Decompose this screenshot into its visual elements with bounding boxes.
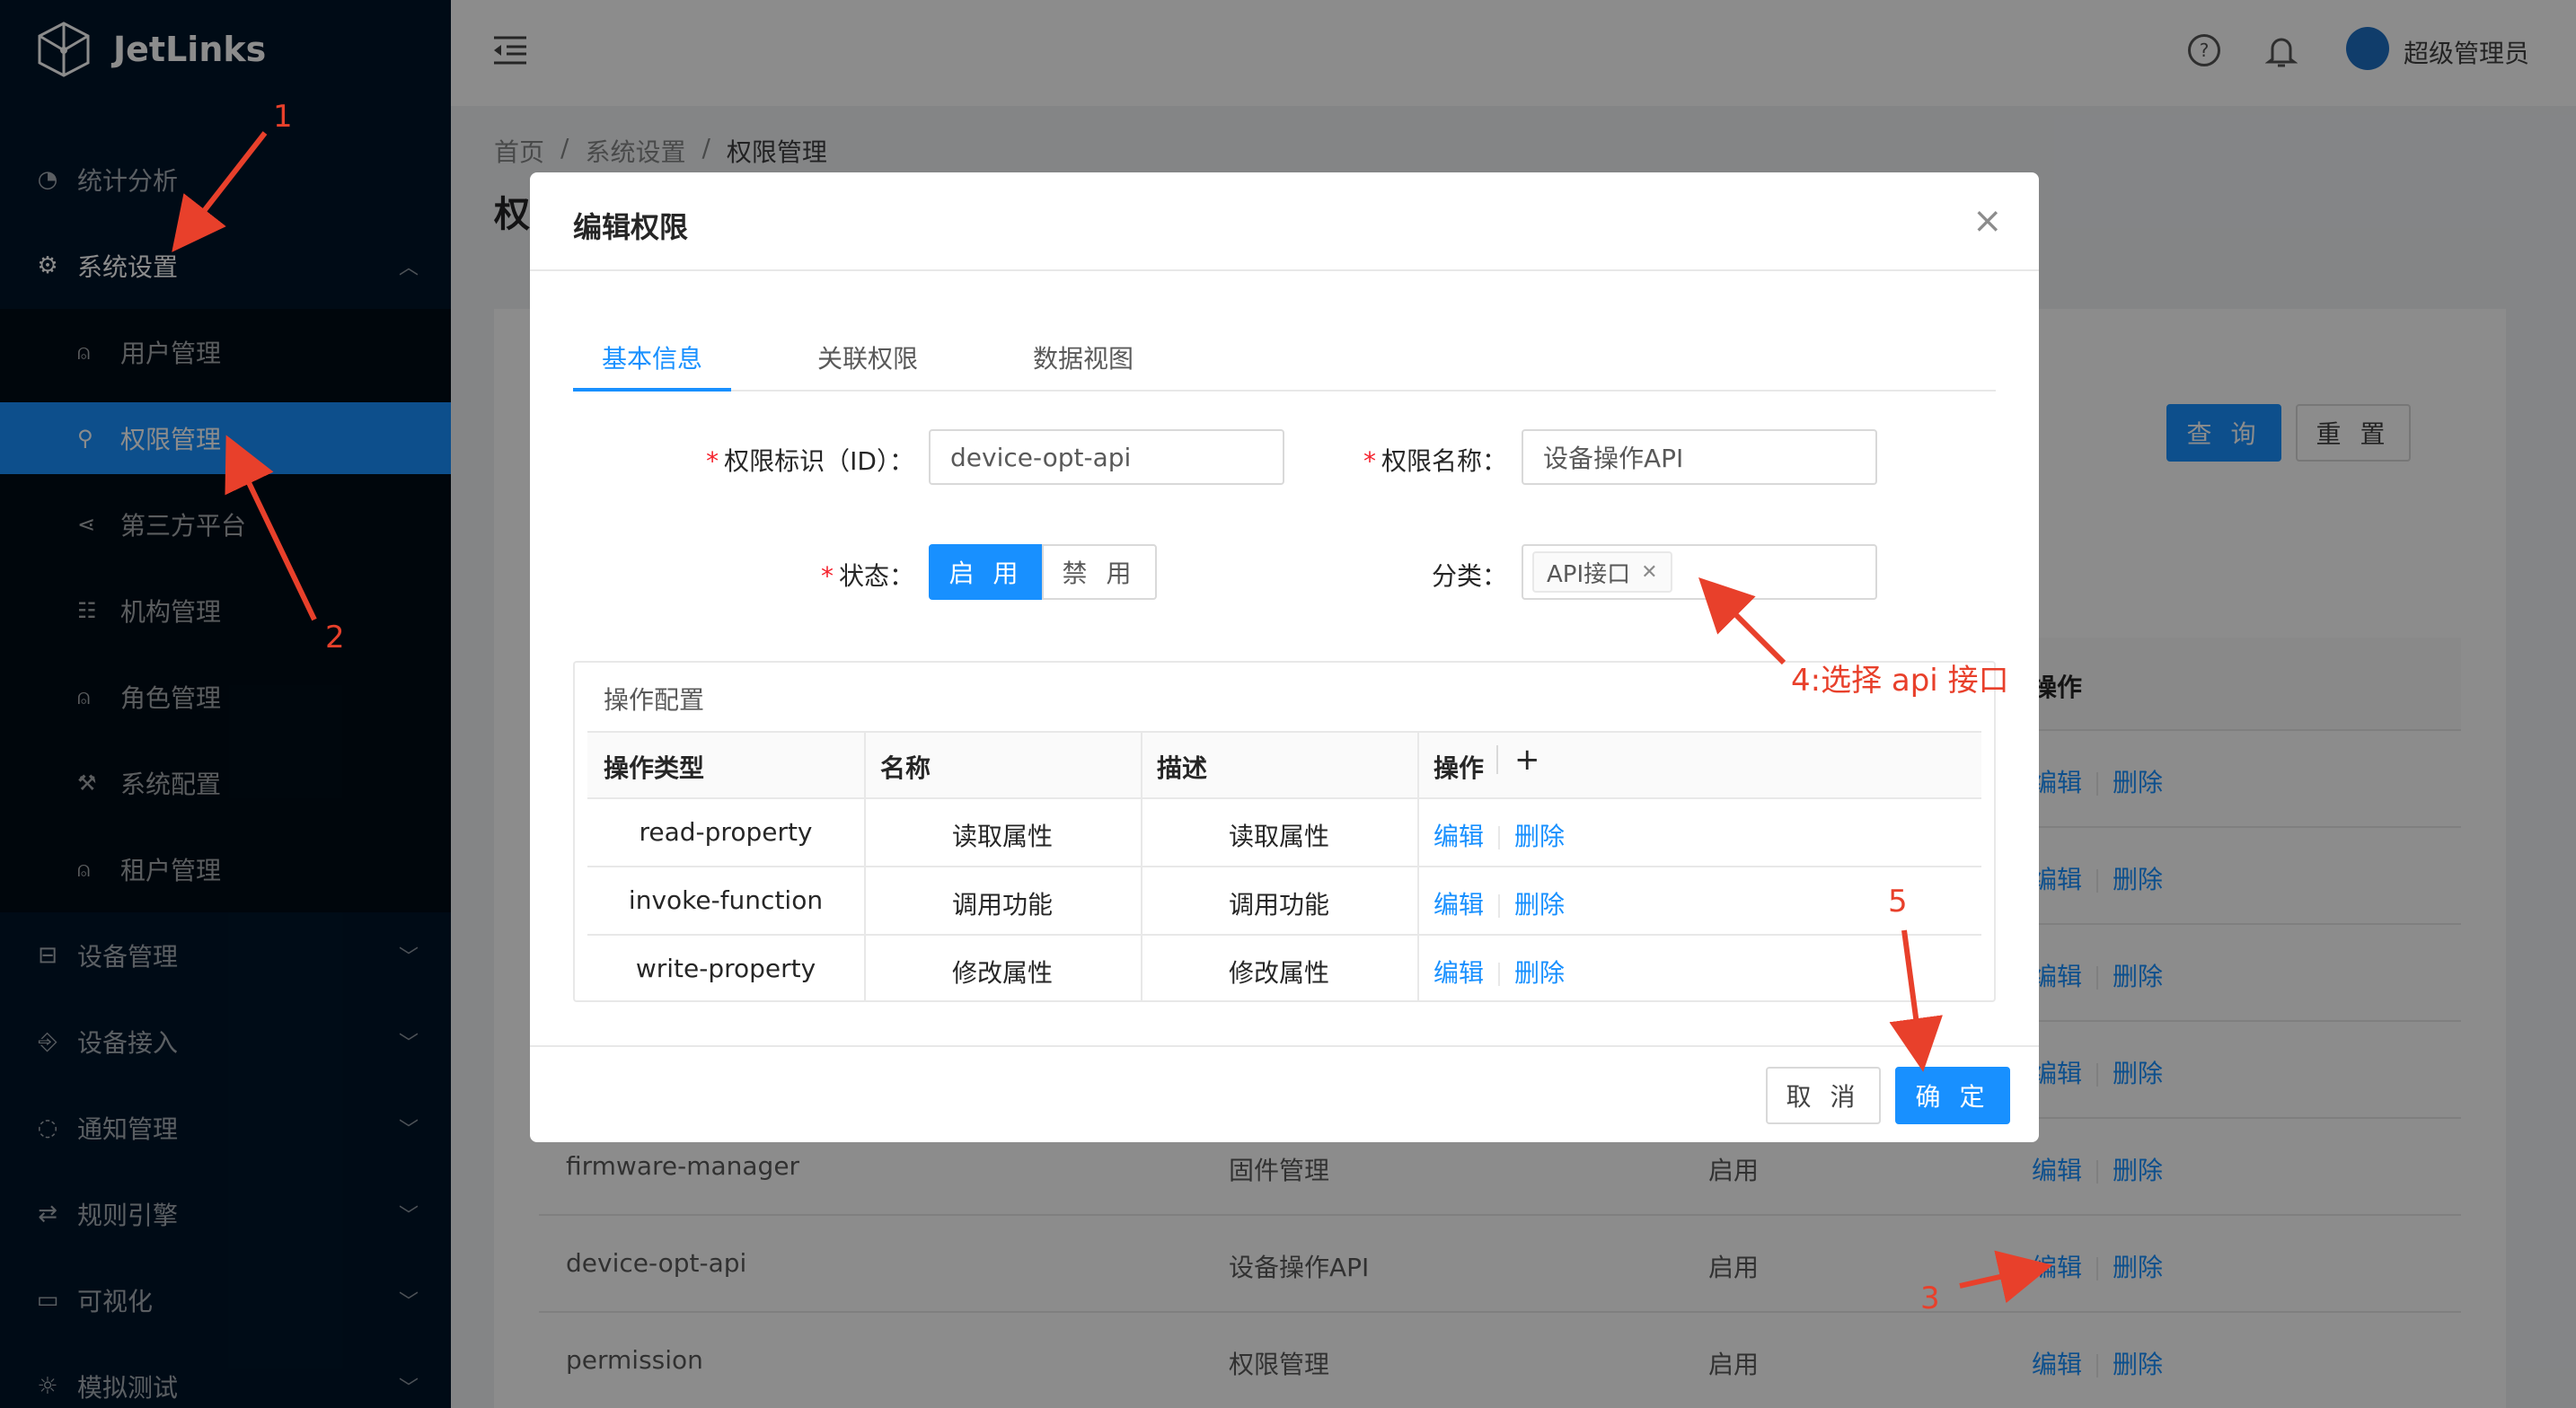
- arrow-4: [1698, 577, 1786, 665]
- annotation-4: 4:选择 api 接口: [1791, 663, 2009, 699]
- annotation-3: 3: [1920, 1280, 1940, 1316]
- arrow-5: [1889, 929, 1943, 1072]
- arrow-3: [1959, 1250, 2053, 1304]
- annotation-5: 5: [1888, 884, 1908, 920]
- arrow-2: [225, 435, 317, 621]
- annotation-1: 1: [273, 99, 293, 135]
- annotation-2: 2: [325, 620, 345, 656]
- arrow-1: [172, 131, 268, 252]
- annotation-arrows: [172, 131, 2053, 1304]
